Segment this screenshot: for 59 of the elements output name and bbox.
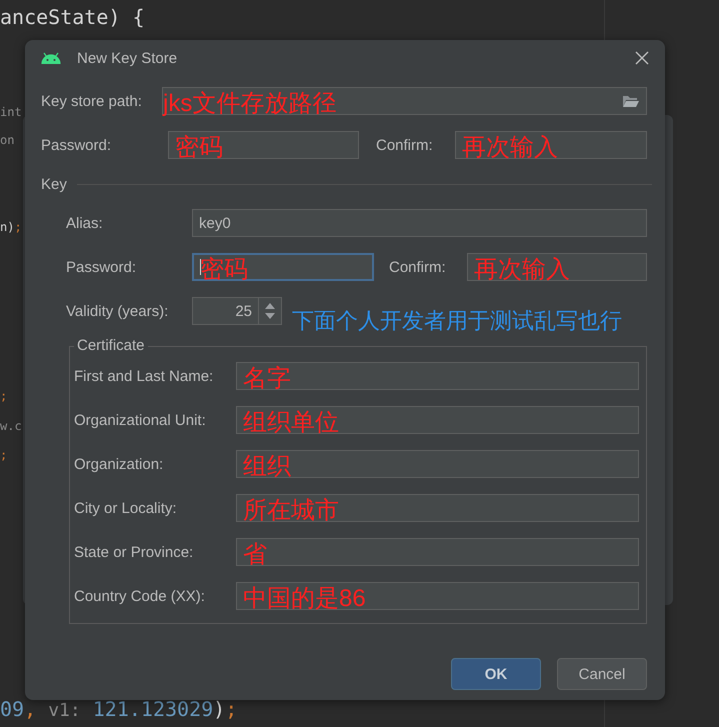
annotation-text: 再次输入 (474, 256, 570, 284)
annotation-text: 名字 (243, 365, 291, 393)
field-label: City or Locality: (74, 500, 178, 516)
code-text: w.c (0, 419, 22, 433)
code-text: anceState) { (0, 5, 144, 29)
input-field[interactable]: 中国的是86 (236, 582, 639, 610)
close-button[interactable] (633, 49, 651, 67)
annotation-text: 所在城市 (243, 497, 339, 525)
annotation-text: 中国的是86 (243, 585, 366, 613)
field-label: Alias: (66, 214, 104, 232)
field-label: Password: (41, 136, 112, 154)
field-label: Confirm: (389, 258, 447, 276)
input-field[interactable]: key0 (192, 209, 647, 237)
code-text: 121.123029 (92, 697, 214, 721)
robot-icon (41, 52, 61, 64)
number-spinner[interactable]: 25 (192, 297, 282, 325)
input-field[interactable]: jks文件存放路径 (162, 87, 647, 115)
section-title: Key (41, 176, 67, 192)
input-field[interactable]: 再次输入 (467, 253, 647, 281)
field-label: Country Code (XX): (74, 588, 206, 604)
input-field[interactable]: 省 (236, 538, 639, 566)
input-field[interactable]: 名字 (236, 362, 639, 390)
code-text: , (24, 697, 38, 721)
code-text: ; (225, 697, 238, 721)
folder-icon[interactable] (622, 94, 640, 108)
field-label: Organizational Unit: (74, 412, 207, 428)
code-text: 09 (0, 697, 24, 721)
field-label: Confirm: (376, 136, 434, 154)
code-text: ) (213, 697, 226, 721)
cancel-button[interactable]: Cancel (557, 658, 647, 690)
field-label: First and Last Name: (74, 368, 214, 384)
annotation-text: 组织 (243, 453, 291, 481)
field-label: Validity (years): (66, 302, 170, 320)
field-label: State or Province: (74, 544, 194, 560)
annotation-text: 密码 (200, 256, 248, 284)
input-field[interactable]: 密码 (168, 131, 359, 159)
input-field[interactable]: 密码 (192, 253, 374, 281)
ok-button[interactable]: OK (451, 658, 541, 690)
annotation-text: jks文件存放路径 (163, 90, 336, 118)
annotation-text: 再次输入 (462, 134, 558, 162)
code-text: ; (14, 220, 22, 234)
code-text: int (0, 105, 22, 119)
input-field[interactable]: 再次输入 (455, 131, 647, 159)
annotation-text: 组织单位 (243, 409, 339, 437)
field-label: Password: (66, 258, 138, 276)
code-text: ; (0, 448, 8, 462)
annotation-text: 密码 (175, 134, 223, 162)
input-field[interactable]: 组织单位 (236, 406, 639, 434)
input-field[interactable]: 组织 (236, 450, 639, 478)
annotation-text: 下面个人开发者用于测试乱写也行 (292, 307, 622, 335)
window-title: New Key Store (77, 50, 178, 66)
input-field[interactable]: 所在城市 (236, 494, 639, 522)
code-text: v1: (48, 700, 81, 721)
code-text: ; (0, 389, 8, 403)
annotation-text: 省 (243, 541, 267, 569)
field-label: Key store path: (41, 92, 143, 110)
code-text: n) (0, 220, 14, 234)
code-text: on (0, 133, 14, 147)
field-label: Organization: (74, 456, 164, 472)
